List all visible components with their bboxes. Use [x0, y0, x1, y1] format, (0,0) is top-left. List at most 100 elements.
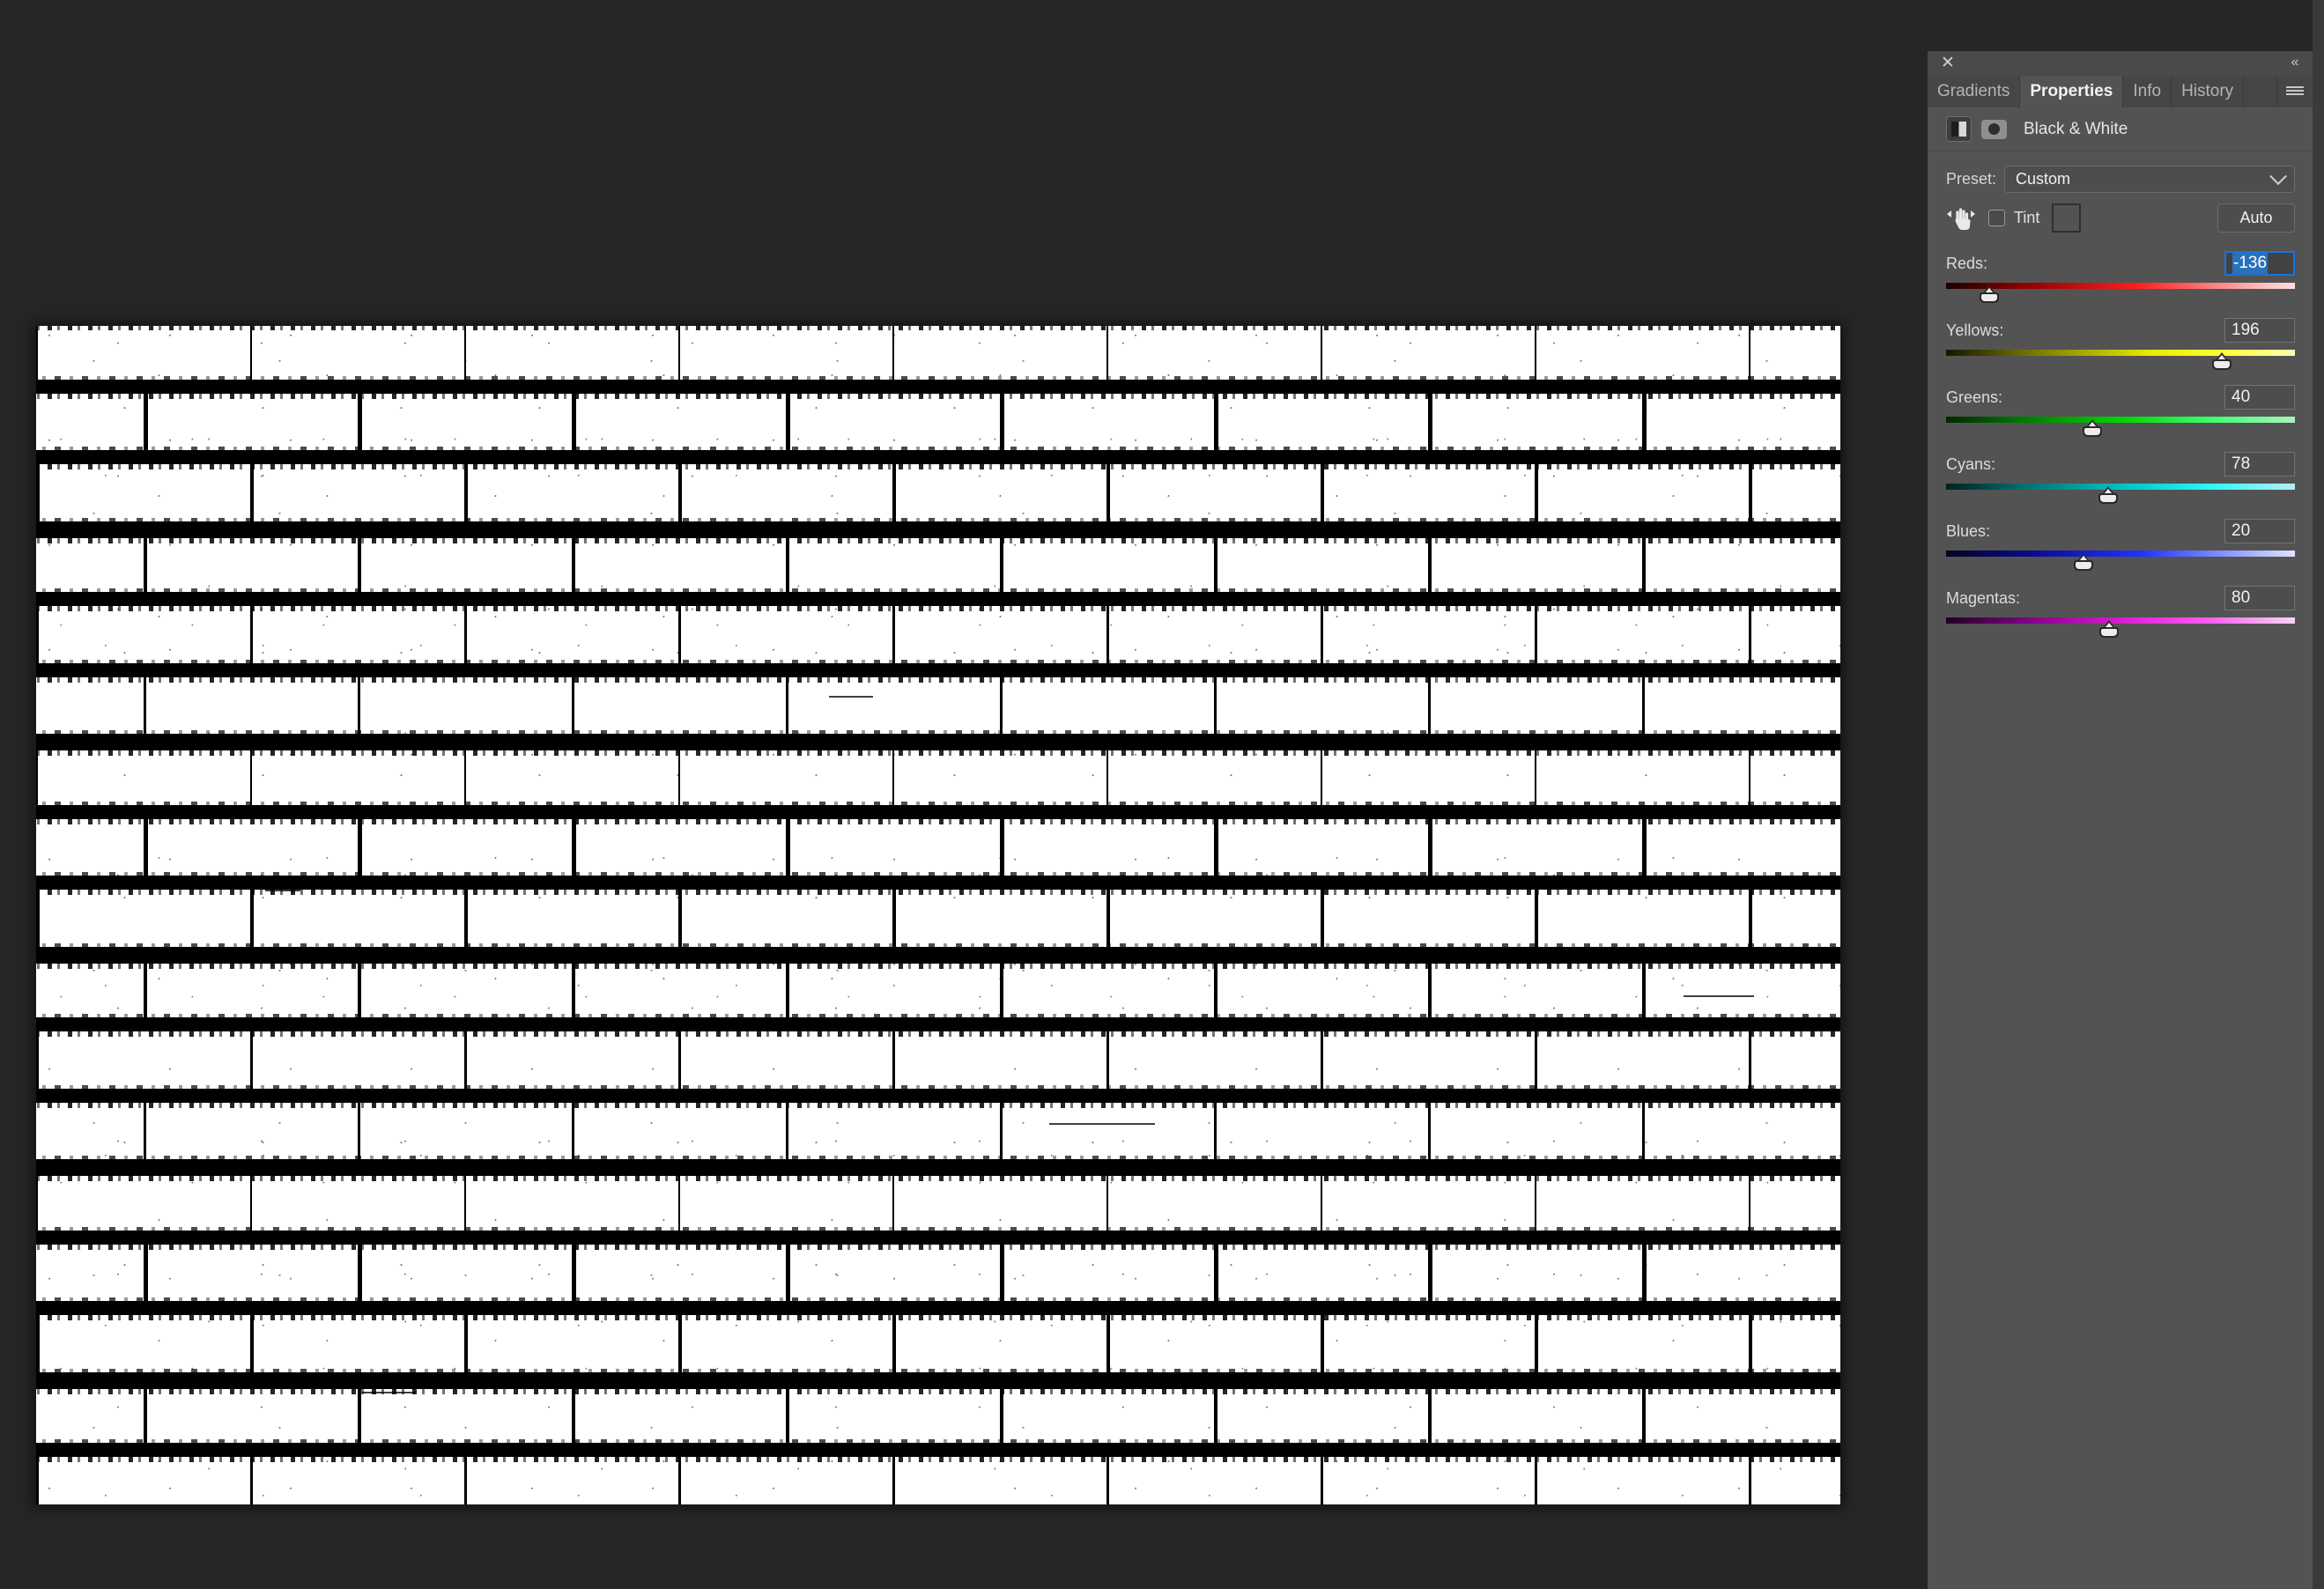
slider-track-cyans[interactable] — [1946, 484, 2295, 490]
preset-dropdown[interactable]: Custom — [2004, 166, 2295, 193]
slider-block-cyans: Cyans: 78 — [1946, 452, 2295, 506]
mortar-joint — [1214, 960, 1218, 1019]
slider-thumb-magentas[interactable] — [2099, 620, 2120, 638]
slider-track-wrap-reds[interactable] — [1946, 283, 2295, 306]
mortar-joint — [892, 890, 896, 949]
slider-input-yellows[interactable]: 196 — [2224, 318, 2295, 343]
slider-track-wrap-magentas[interactable] — [1946, 617, 2295, 640]
brick-scratch — [1684, 995, 1754, 997]
slider-track-greens[interactable] — [1946, 417, 2295, 423]
brick-scratch — [1049, 1123, 1155, 1125]
mortar-joint — [1106, 1173, 1108, 1232]
mortar-joint — [358, 1386, 361, 1445]
tab-info[interactable]: Info — [2123, 76, 2172, 107]
mortar-joint — [1642, 393, 1647, 452]
mortar-joint — [786, 535, 789, 594]
slider-head-magentas: Magentas: 80 — [1946, 586, 2295, 612]
slider-value-blues: 20 — [2231, 521, 2251, 540]
layer-mask-icon[interactable] — [1981, 119, 2007, 139]
mortar-joint — [786, 1386, 789, 1445]
mortar-joint — [1214, 1386, 1218, 1445]
slider-track-wrap-cyans[interactable] — [1946, 484, 2295, 506]
auto-button[interactable]: Auto — [2217, 203, 2295, 233]
mortar-joint — [1321, 1031, 1323, 1090]
adjustment-header: Black & White — [1928, 107, 2313, 152]
mortar-joint — [250, 1031, 253, 1090]
mortar-joint — [144, 1102, 146, 1161]
mortar-joint — [1000, 818, 1004, 877]
mortar-joint — [464, 464, 468, 523]
slider-track-wrap-yellows[interactable] — [1946, 350, 2295, 373]
mortar-joint — [1535, 890, 1538, 949]
mortar-joint — [36, 464, 40, 523]
mortar-joint — [1642, 1386, 1646, 1445]
slider-thumb-reds[interactable] — [1980, 285, 2000, 303]
slider-track-blues[interactable] — [1946, 551, 2295, 557]
tint-label: Tint — [2014, 208, 2040, 226]
mortar-joint — [678, 326, 680, 381]
mortar-joint — [464, 1031, 467, 1090]
panel-menu-icon[interactable] — [2277, 76, 2313, 107]
mortar-joint — [1321, 1315, 1324, 1374]
photoshop-window: ✕ « Gradients Properties Info History Black… — [0, 0, 2324, 1589]
mortar-joint — [1000, 960, 1003, 1019]
chevron-down-icon — [2269, 167, 2287, 186]
mortar-joint — [1214, 535, 1218, 594]
mortar-joint — [678, 606, 681, 665]
tint-checkbox[interactable] — [1988, 209, 2005, 226]
mortar-joint — [1321, 606, 1323, 665]
mortar-joint — [786, 960, 789, 1019]
black-white-icon[interactable] — [1946, 116, 1972, 142]
mortar-course — [36, 659, 1840, 683]
slider-input-magentas[interactable]: 80 — [2224, 586, 2295, 610]
mortar-joint — [1749, 464, 1752, 523]
mortar-joint — [1214, 393, 1218, 452]
preset-row: Preset: Custom — [1928, 152, 2313, 193]
mortar-joint — [144, 818, 148, 877]
slider-block-blues: Blues: 20 — [1946, 519, 2295, 573]
mortar-joint — [572, 818, 576, 877]
mortar-joint — [1321, 326, 1322, 381]
close-icon[interactable]: ✕ — [1940, 55, 1956, 71]
mortar-joint — [1749, 606, 1751, 665]
slider-track-magentas[interactable] — [1946, 617, 2295, 624]
mortar-joint — [1106, 1031, 1109, 1090]
mortar-joint — [250, 1173, 252, 1232]
mortar-joint — [1000, 393, 1004, 452]
brick-scratch — [362, 1392, 415, 1393]
mortar-joint — [1321, 748, 1322, 807]
slider-track-wrap-blues[interactable] — [1946, 551, 2295, 573]
slider-input-cyans[interactable]: 78 — [2224, 452, 2295, 477]
mortar-joint — [786, 393, 790, 452]
slider-track-yellows[interactable] — [1946, 350, 2295, 356]
slider-input-blues[interactable]: 20 — [2224, 519, 2295, 543]
targeted-adjustment-hand-icon[interactable] — [1946, 204, 1976, 231]
mortar-joint — [678, 1315, 682, 1374]
slider-thumb-cyans[interactable] — [2098, 486, 2119, 504]
mortar-joint — [36, 748, 38, 807]
slider-input-reds[interactable]: -136 — [2224, 251, 2295, 276]
slider-block-magentas: Magentas: 80 — [1946, 586, 2295, 640]
mortar-joint — [36, 1457, 39, 1504]
mortar-joint — [1642, 1102, 1645, 1161]
mortar-joint — [1535, 1457, 1537, 1504]
collapse-panel-icon[interactable]: « — [2283, 54, 2305, 71]
tab-properties[interactable]: Properties — [2020, 76, 2124, 107]
slider-thumb-greens[interactable] — [2083, 419, 2103, 437]
document-canvas[interactable] — [36, 326, 1840, 1504]
tint-color-swatch[interactable] — [2052, 203, 2082, 233]
tab-history[interactable]: History — [2172, 76, 2245, 107]
mortar-joint — [1106, 1315, 1110, 1374]
slider-input-greens[interactable]: 40 — [2224, 385, 2295, 410]
slider-track-wrap-greens[interactable] — [1946, 417, 2295, 440]
slider-thumb-yellows[interactable] — [2211, 352, 2231, 370]
mortar-course — [36, 801, 1840, 824]
mortar-joint — [572, 393, 576, 452]
mortar-course — [36, 1226, 1840, 1250]
dock-rail[interactable] — [2313, 0, 2324, 1589]
slider-thumb-blues[interactable] — [2074, 553, 2094, 571]
tab-gradients[interactable]: Gradients — [1928, 76, 2021, 107]
mortar-joint — [36, 890, 40, 949]
mortar-course — [36, 1156, 1840, 1181]
mortar-joint — [1642, 960, 1646, 1019]
